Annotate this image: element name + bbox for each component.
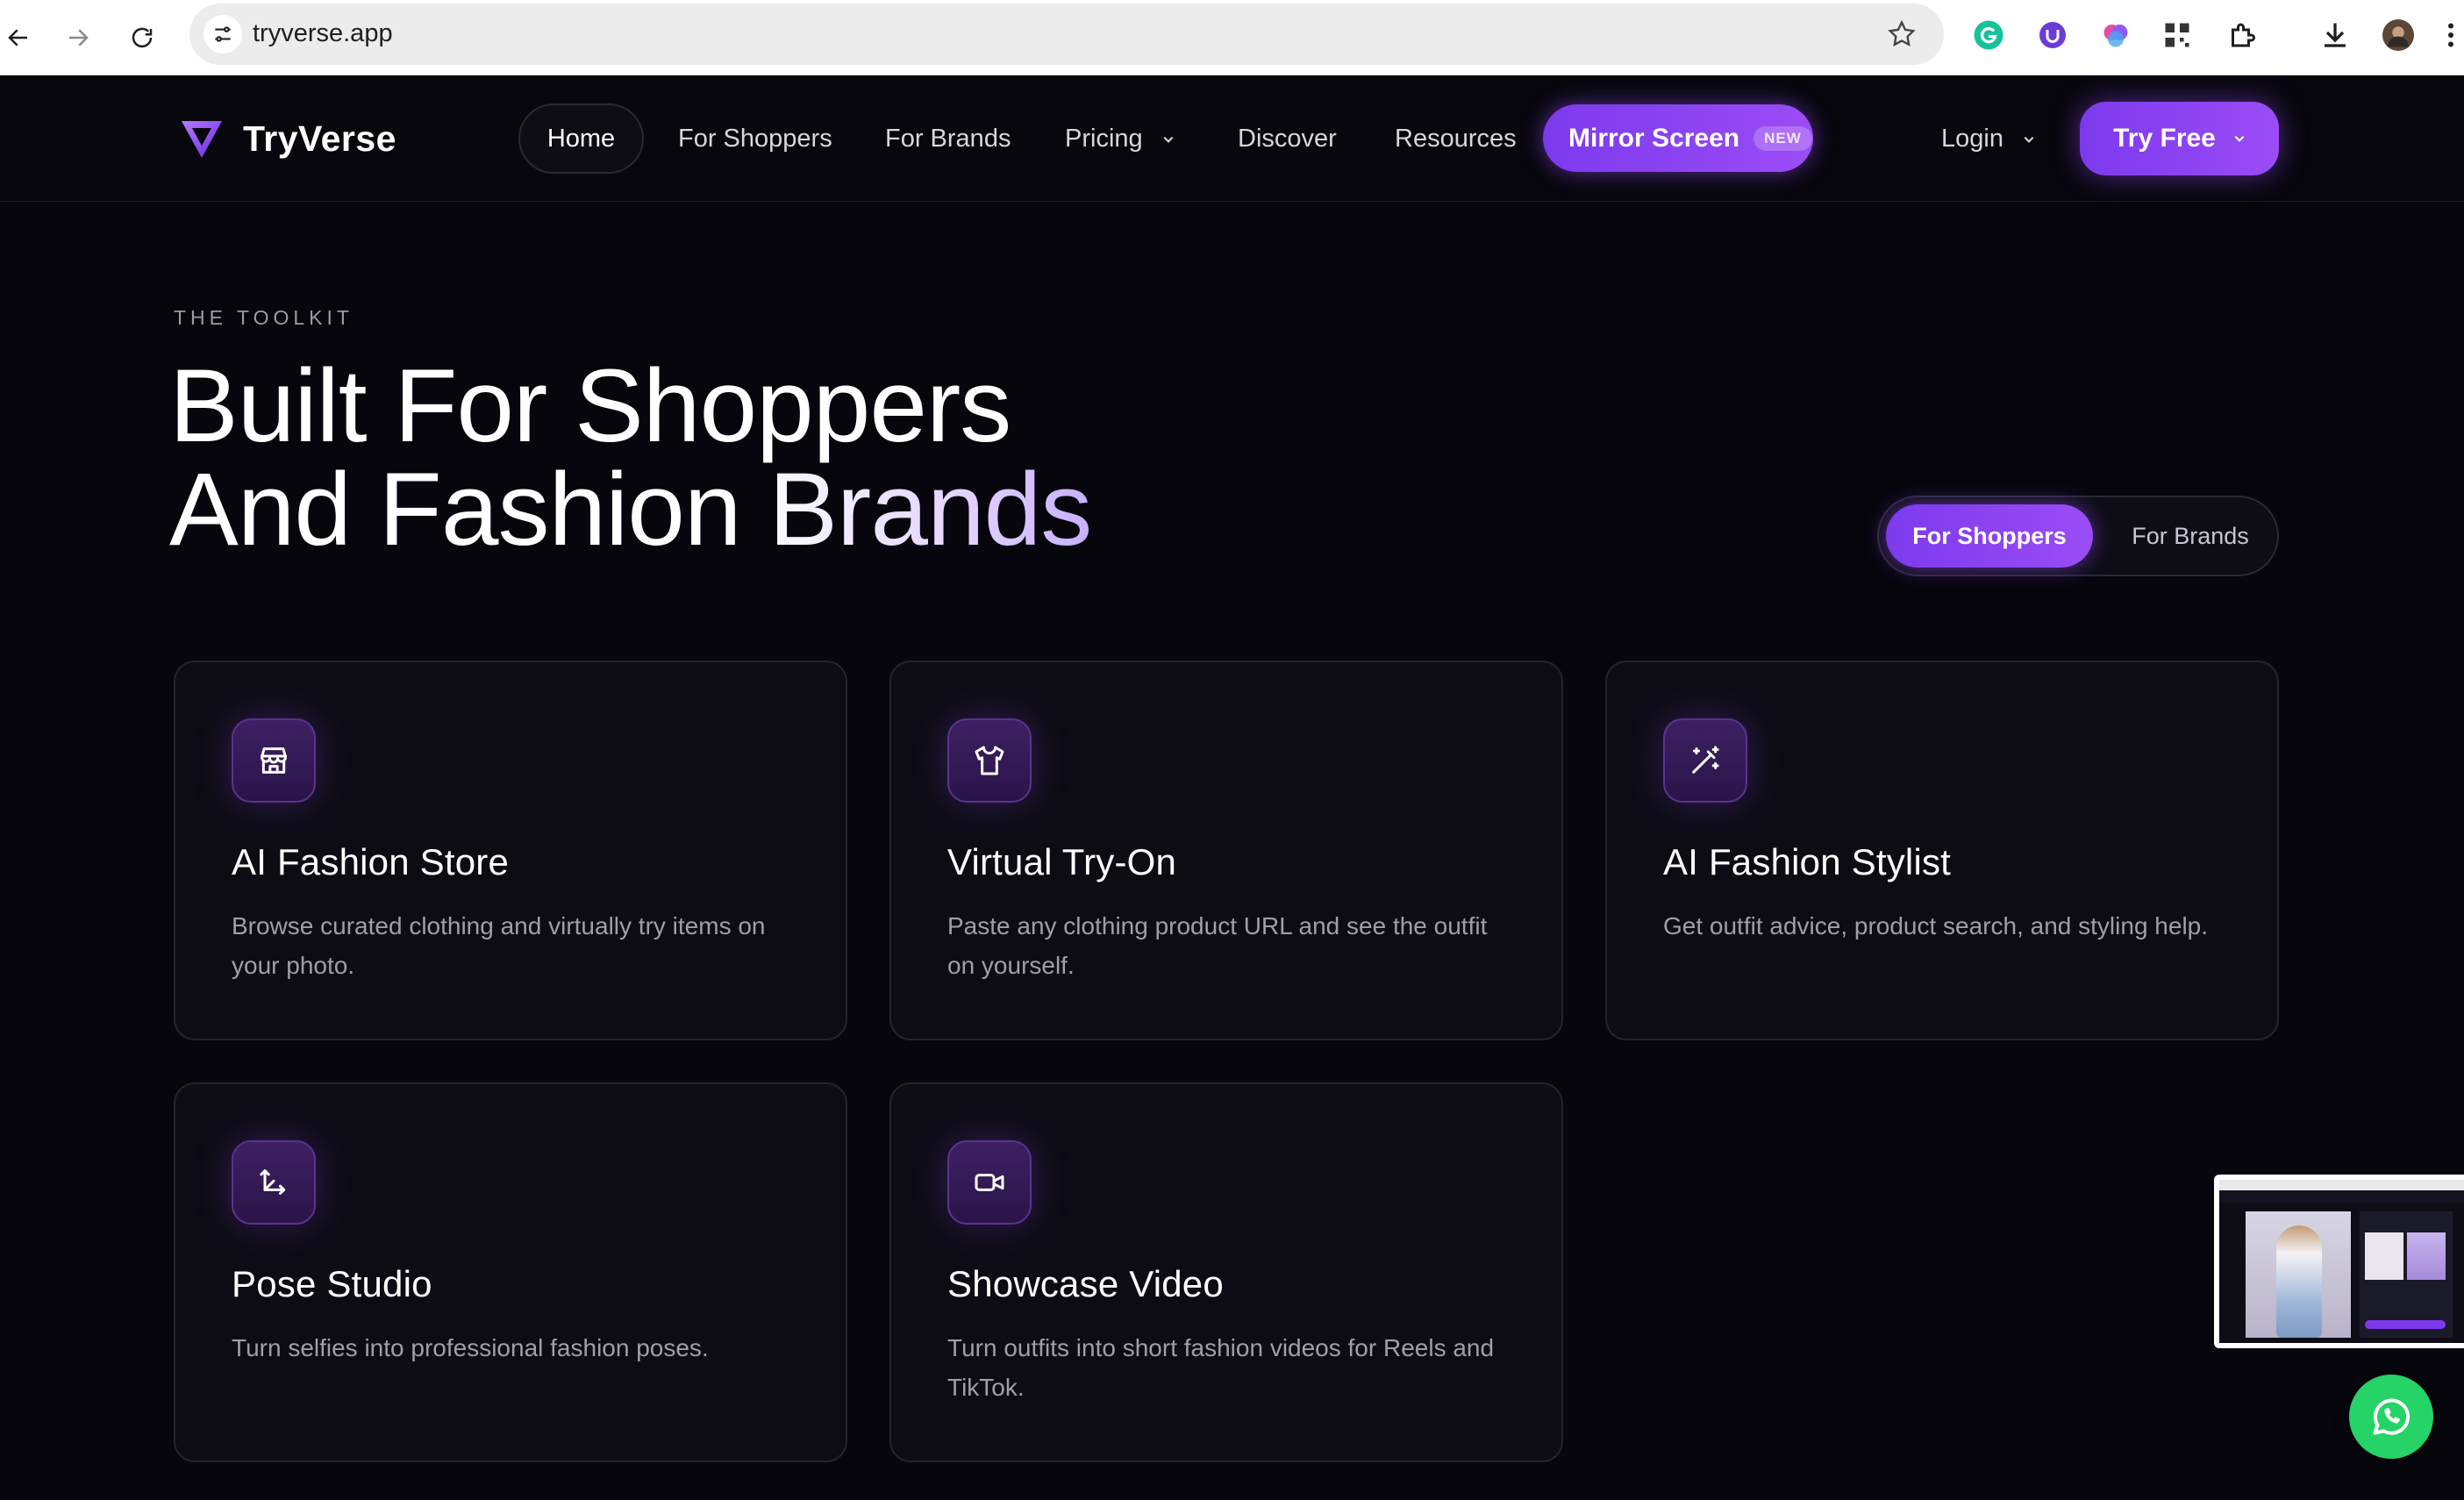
preview-garment-thumb <box>2365 1232 2403 1280</box>
reload-button[interactable] <box>118 14 166 61</box>
browser-toolbar: tryverse.app <box>0 0 2464 75</box>
qr-code-extension-icon[interactable] <box>2160 18 2195 53</box>
store-icon <box>261 747 287 774</box>
card-description: Turn outfits into short fashion videos f… <box>947 1334 1495 1401</box>
card-title: Showcase Video <box>947 1263 1224 1304</box>
card-title: Pose Studio <box>232 1263 432 1304</box>
back-button[interactable] <box>0 14 42 61</box>
mirror-screen-button[interactable]: Mirror Screen NEW <box>1543 104 1813 172</box>
purple-extension-icon[interactable] <box>2035 18 2070 53</box>
brand-name: TryVerse <box>243 118 396 159</box>
chevron-down-icon <box>2234 135 2245 142</box>
move-arrows-icon <box>260 1169 286 1195</box>
download-icon[interactable] <box>2318 18 2353 53</box>
card-description: Get outfit advice, product search, and s… <box>1663 912 2209 939</box>
preview-browser-bar <box>2219 1180 2464 1190</box>
headline-line-2: And Fashion Brands <box>169 452 1092 568</box>
magic-wand-icon <box>1692 746 1719 774</box>
card-description: Paste any clothing product URL and see t… <box>947 912 1488 979</box>
arrow-left-icon <box>8 29 27 46</box>
feature-card-pose-studio[interactable]: Pose Studio Turn selfies into profession… <box>174 1082 847 1462</box>
reload-icon <box>132 27 153 48</box>
video-icon <box>975 1174 1004 1191</box>
login-dropdown[interactable]: Login <box>1941 104 2035 174</box>
browser-menu-icon[interactable] <box>2442 18 2460 53</box>
mirror-screen-label: Mirror Screen <box>1568 123 1740 153</box>
feature-card-virtual-try-on[interactable]: Virtual Try-On Paste any clothing produc… <box>889 661 1563 1040</box>
preview-model-photo <box>2246 1211 2351 1338</box>
card-title: Virtual Try-On <box>947 841 1177 882</box>
preview-garment-thumb <box>2407 1232 2446 1280</box>
arrow-right-icon <box>69 29 89 46</box>
new-badge: NEW <box>1753 125 1812 151</box>
extensions-puzzle-icon[interactable] <box>2225 18 2260 53</box>
forward-button[interactable] <box>54 14 102 61</box>
card-icon-box <box>232 1140 316 1225</box>
card-description: Turn selfies into professional fashion p… <box>232 1334 709 1361</box>
brain-extension-icon[interactable] <box>2098 18 2133 53</box>
audience-toggle: For Shoppers For Brands <box>1877 496 2279 576</box>
card-description: Browse curated clothing and virtually tr… <box>232 912 766 979</box>
feature-card-ai-fashion-store[interactable]: AI Fashion Store Browse curated clothing… <box>174 661 847 1040</box>
bookmark-star-icon[interactable] <box>1886 18 1918 50</box>
grammarly-extension-icon[interactable] <box>1971 18 2006 53</box>
card-icon-box <box>1663 718 1747 803</box>
nav-pricing-label: Pricing <box>1065 125 1143 153</box>
brand-logo[interactable]: TryVerse <box>180 118 396 160</box>
site-settings-icon[interactable] <box>204 15 242 54</box>
nav-pricing-dropdown[interactable]: Pricing <box>1065 104 1175 174</box>
toggle-for-shoppers[interactable]: For Shoppers <box>1886 504 2093 568</box>
shirt-icon <box>975 746 1004 775</box>
chevron-down-icon <box>2024 137 2034 144</box>
try-free-label: Try Free <box>2113 124 2216 153</box>
preview-screen <box>2219 1180 2464 1343</box>
try-free-button[interactable]: Try Free <box>2080 102 2279 175</box>
preview-model-figure <box>2276 1225 2322 1338</box>
chevron-down-icon <box>1163 137 1174 144</box>
preview-cta-bar <box>2365 1320 2446 1329</box>
site-header: TryVerse Home For Shoppers For Brands Pr… <box>0 75 2464 202</box>
tryverse-logo-icon <box>182 121 222 158</box>
feature-card-ai-fashion-stylist[interactable]: AI Fashion Stylist Get outfit advice, pr… <box>1605 661 2279 1040</box>
login-label: Login <box>1941 125 2003 153</box>
card-title: AI Fashion Store <box>232 841 510 882</box>
screen-preview-thumbnail[interactable] <box>2214 1175 2464 1348</box>
page-title: Built For Shoppers And Fashion Brands <box>169 348 1092 568</box>
whatsapp-chat-button[interactable] <box>2349 1375 2433 1459</box>
profile-avatar[interactable] <box>2381 18 2416 53</box>
nav-for-shoppers[interactable]: For Shoppers <box>678 104 832 174</box>
nav-discover[interactable]: Discover <box>1238 104 1337 174</box>
card-icon-box <box>947 1140 1032 1225</box>
whatsapp-icon <box>2373 1398 2410 1435</box>
section-eyebrow: THE TOOLKIT <box>174 306 354 329</box>
address-bar[interactable]: tryverse.app <box>189 4 1944 65</box>
card-icon-box <box>947 718 1032 803</box>
feature-card-showcase-video[interactable]: Showcase Video Turn outfits into short f… <box>889 1082 1563 1462</box>
headline-line-1: Built For Shoppers <box>169 348 1011 464</box>
url-text: tryverse.app <box>253 19 393 47</box>
nav-home[interactable]: Home <box>518 104 644 174</box>
nav-for-brands[interactable]: For Brands <box>885 104 1011 174</box>
card-icon-box <box>232 718 316 803</box>
toggle-for-brands[interactable]: For Brands <box>2107 504 2274 568</box>
card-title: AI Fashion Stylist <box>1663 841 1952 882</box>
preview-site-nav <box>2219 1190 2464 1203</box>
nav-resources[interactable]: Resources <box>1395 104 1517 174</box>
